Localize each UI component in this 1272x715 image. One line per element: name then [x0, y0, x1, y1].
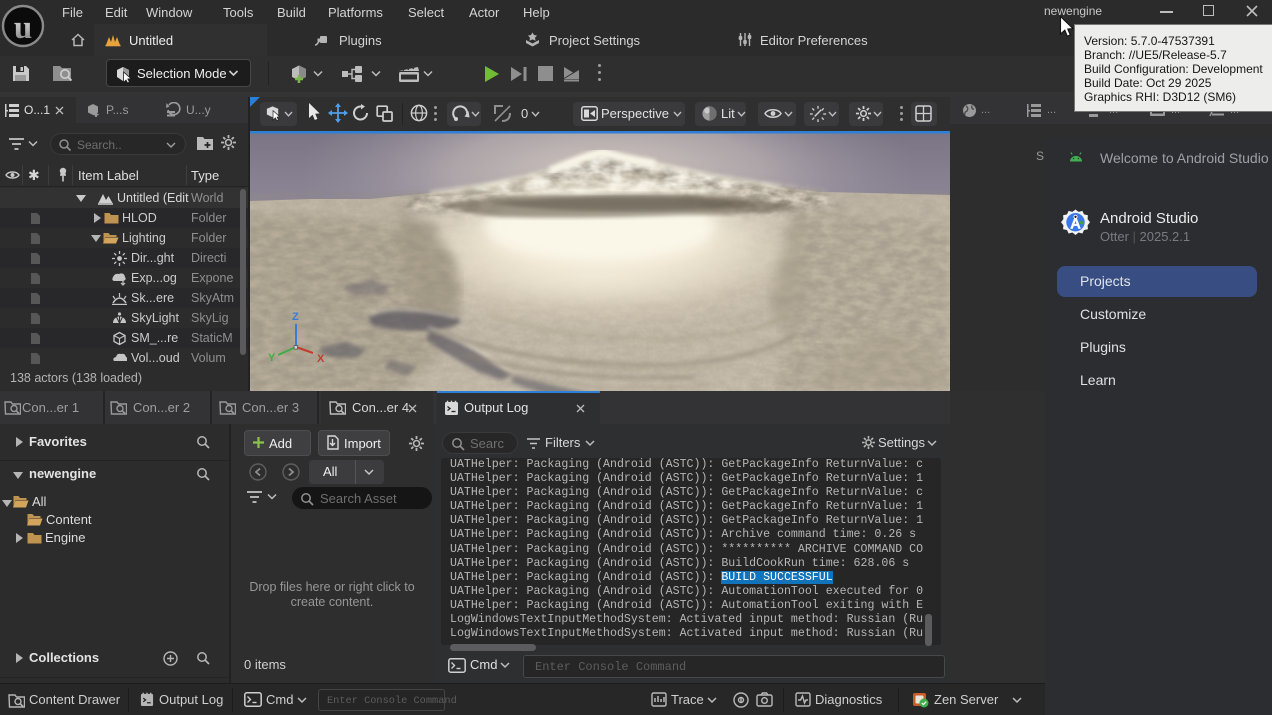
svg-text:X: X: [317, 353, 325, 365]
svg-text:u: u: [14, 10, 32, 46]
svg-text:Z: Z: [292, 311, 299, 323]
svg-text:Y: Y: [268, 352, 276, 364]
